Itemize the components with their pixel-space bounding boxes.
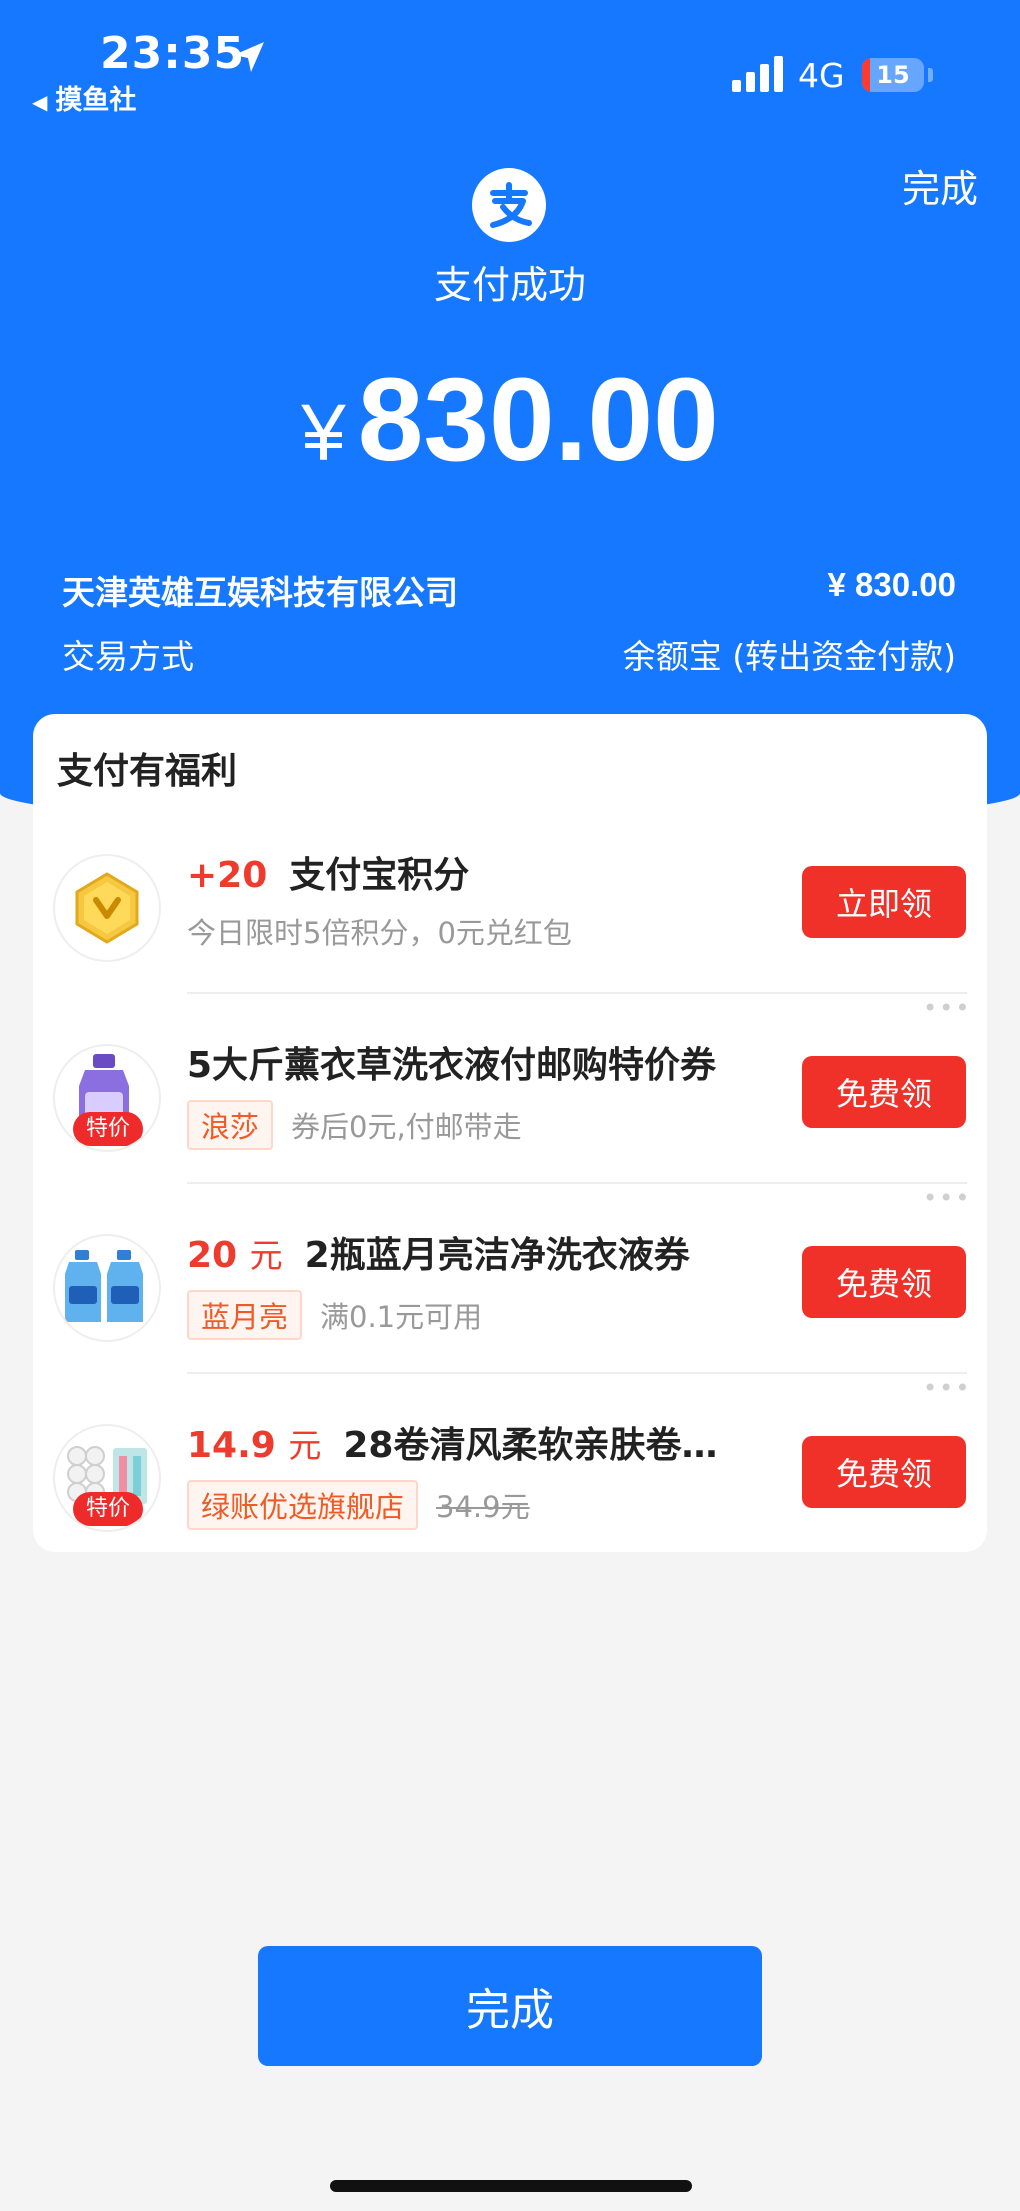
points-title: 支付宝积分 (289, 855, 470, 896)
detergent-bottles-icon (53, 1234, 161, 1342)
benefit-description: 满0.1元可用 (320, 1300, 483, 1334)
special-price-badge: 特价 (73, 1112, 143, 1146)
special-price-badge: 特价 (73, 1492, 143, 1526)
more-options-icon[interactable]: ••• (923, 1184, 971, 1212)
battery-cap (928, 68, 933, 82)
benefit-subtitle: 浪莎 券后0元,付邮带走 (187, 1100, 522, 1150)
deal-unit: 元 (288, 1426, 322, 1465)
benefit-item-tissue: ••• 特价 14.9 元 28卷清风柔软亲肤卷… 绿账优选旗舰店 34.9元 免费… (33, 1374, 987, 1564)
store-tag: 绿账优选旗舰店 (187, 1480, 419, 1530)
claim-free-button[interactable]: 免费领 (802, 1056, 966, 1128)
tissue-rolls-icon: 特价 (53, 1424, 161, 1532)
benefit-item-bluemoon-detergent: ••• 20 元 2瓶蓝月亮洁净洗衣液券 蓝月亮 满0.1元可用 免费领 (33, 1184, 987, 1374)
payment-method-value: 余额宝 (转出资金付款) (622, 637, 956, 676)
network-type: 4G (798, 56, 845, 95)
claim-free-button[interactable]: 免费领 (802, 1436, 966, 1508)
merchant-amount: ¥ 830.00 (827, 566, 956, 603)
back-to-app-link[interactable]: ◀ 摸鱼社 (32, 78, 136, 117)
benefit-item-points: +20 支付宝积分 今日限时5倍积分，0元兑红包 立即领 (33, 804, 987, 994)
header-done-button[interactable]: 完成 (902, 158, 978, 213)
coupon-unit: 元 (249, 1236, 283, 1275)
location-arrow-icon (234, 42, 264, 72)
benefit-title: 14.9 元 28卷清风柔软亲肤卷… (187, 1416, 717, 1468)
claim-points-button[interactable]: 立即领 (802, 866, 966, 938)
done-button[interactable]: 完成 (258, 1946, 762, 2066)
benefit-subtitle: 今日限时5倍积分，0元兑红包 (187, 916, 572, 950)
benefit-title: 20 元 2瓶蓝月亮洁净洗衣液券 (187, 1226, 690, 1278)
back-triangle-icon: ◀ (32, 90, 48, 114)
coupon-amount: 20 (187, 1235, 238, 1276)
benefit-item-lavender-detergent: ••• 特价 5大斤薰衣草洗衣液付邮购特价券 浪莎 券后0元,付邮带走 免费领 (33, 994, 987, 1184)
laundry-detergent-bottle-icon: 特价 (53, 1044, 161, 1152)
brand-tag: 浪莎 (187, 1100, 274, 1150)
coupon-title: 2瓶蓝月亮洁净洗衣液券 (304, 1235, 690, 1276)
merchant-name: 天津英雄互娱科技有限公司 (62, 573, 458, 612)
amount-value: 830.00 (357, 354, 719, 486)
points-highlight: +20 (187, 855, 268, 896)
benefits-title: 支付有福利 (57, 751, 238, 792)
benefits-card: 支付有福利 +20 支付宝积分 今日限时5倍积分，0元兑红包 立即领 ••• 特价 (33, 714, 987, 1552)
claim-free-button[interactable]: 免费领 (802, 1246, 966, 1318)
benefit-title: 5大斤薰衣草洗衣液付邮购特价券 (187, 1045, 717, 1086)
brand-tag: 蓝月亮 (187, 1290, 303, 1340)
status-time: 23:35 (100, 28, 246, 79)
original-price: 34.9元 (436, 1490, 530, 1524)
benefit-title: +20 支付宝积分 (187, 846, 469, 898)
payment-method-label: 交易方式 (62, 637, 194, 676)
signal-strength-icon (732, 56, 783, 92)
deal-amount: 14.9 (187, 1425, 276, 1466)
alipay-logo-icon (472, 168, 546, 242)
battery-level: 15 (876, 61, 910, 89)
battery-icon: 15 (862, 58, 924, 92)
more-options-icon[interactable]: ••• (923, 1374, 971, 1402)
more-options-icon[interactable]: ••• (923, 994, 971, 1022)
payment-amount: ¥830.00 (0, 352, 1020, 488)
benefit-subtitle: 绿账优选旗舰店 34.9元 (187, 1480, 530, 1530)
deal-price: 14.9 元 (187, 1425, 321, 1466)
deal-title: 28卷清风柔软亲肤卷… (343, 1425, 718, 1466)
back-app-label: 摸鱼社 (55, 85, 137, 116)
currency-symbol: ¥ (301, 388, 346, 477)
benefit-subtitle: 蓝月亮 满0.1元可用 (187, 1290, 482, 1340)
gold-coin-icon (53, 854, 161, 962)
coupon-value: 20 元 (187, 1235, 283, 1276)
home-indicator[interactable] (330, 2180, 692, 2192)
benefit-description: 券后0元,付邮带走 (291, 1110, 522, 1144)
payment-status-title: 支付成功 (433, 263, 586, 307)
